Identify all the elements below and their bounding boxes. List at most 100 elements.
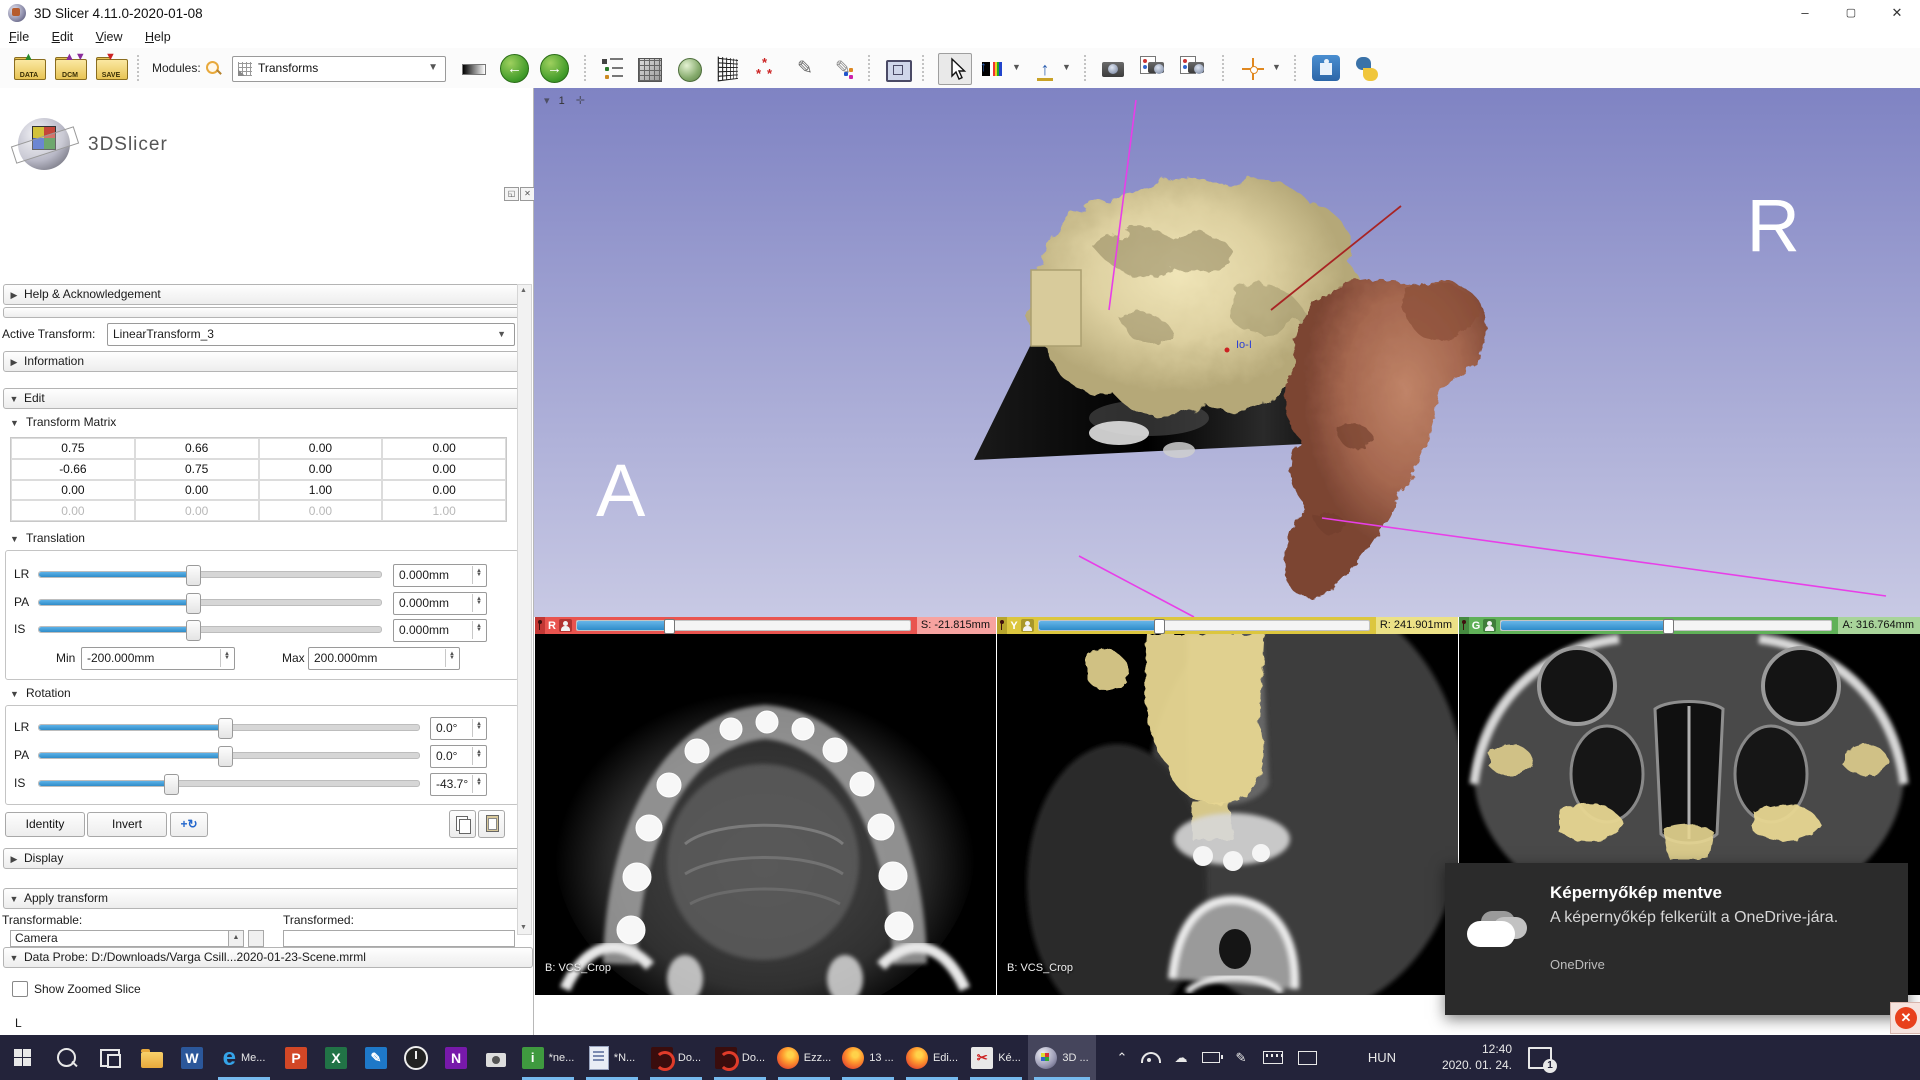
rotation-pa-slider[interactable]: [38, 752, 420, 759]
red-slice-bar[interactable]: R S: -21.815mm: [535, 617, 996, 634]
show-zoomed-slice-checkbox[interactable]: [12, 981, 28, 997]
capture-icon[interactable]: [1100, 56, 1126, 82]
section-apply-transform[interactable]: ▼Apply transform: [3, 888, 529, 909]
touch-keyboard-icon[interactable]: [1256, 1035, 1290, 1080]
battery-icon[interactable]: [1196, 1035, 1226, 1080]
view-controller[interactable]: ▾ 1 ✛: [544, 94, 585, 108]
module-search-icon[interactable]: [206, 61, 220, 75]
scene-view-restore-icon[interactable]: [1180, 56, 1206, 82]
menu-view[interactable]: View: [87, 27, 132, 48]
annotation-pencil-icon[interactable]: ✎: [792, 56, 818, 82]
onedrive-tray-icon[interactable]: ☁: [1166, 1035, 1196, 1080]
panel-close-icon[interactable]: ✕: [520, 187, 535, 201]
task-view-button[interactable]: [88, 1035, 132, 1080]
search-button[interactable]: [44, 1035, 88, 1080]
back-button[interactable]: ←: [500, 54, 529, 83]
person-icon[interactable]: [559, 619, 572, 632]
taskbar-firefox-1[interactable]: Ezz...: [772, 1035, 836, 1080]
python-console-icon[interactable]: [1354, 56, 1380, 82]
person-icon[interactable]: [1021, 619, 1034, 632]
transform-matrix-table[interactable]: 0.750.660.000.00 -0.660.750.000.00 0.000…: [10, 437, 507, 522]
taskbar-acrobat-1[interactable]: Do...: [644, 1035, 708, 1080]
fiducials-icon[interactable]: * * *: [754, 56, 780, 82]
minimize-button[interactable]: –: [1782, 0, 1828, 27]
module-history-icon[interactable]: [462, 64, 486, 75]
chevron-down-icon[interactable]: ▼: [1062, 62, 1071, 72]
load-dicom-button[interactable]: ▲▼ DCM: [55, 55, 85, 80]
red-slice-view[interactable]: B: VCS_Crop: [535, 634, 996, 995]
taskbar-onenote[interactable]: N: [436, 1035, 476, 1080]
taskbar-powerpoint[interactable]: P: [276, 1035, 316, 1080]
place-point-icon[interactable]: ↑: [1032, 56, 1058, 82]
menu-edit[interactable]: Edit: [43, 27, 83, 48]
notification-close-button[interactable]: ✕: [1890, 1002, 1920, 1034]
translation-header[interactable]: ▼Translation: [10, 531, 85, 545]
maximize-button[interactable]: ▢: [1828, 0, 1874, 27]
taskbar-acrobat-2[interactable]: Do...: [708, 1035, 772, 1080]
taskbar-excel[interactable]: X: [316, 1035, 356, 1080]
translation-is-value[interactable]: 0.000mm▲▼: [393, 619, 487, 642]
annotation-marker-icon[interactable]: ✎: [830, 56, 856, 82]
section-edit[interactable]: ▼Edit: [3, 388, 529, 409]
red-slice-slider[interactable]: [576, 620, 911, 631]
taskbar-word[interactable]: W: [172, 1035, 212, 1080]
crosshair-icon[interactable]: [1240, 56, 1266, 82]
active-transform-combo[interactable]: LinearTransform_3 ▼: [107, 323, 515, 346]
taskbar-green-editor[interactable]: i *ne...: [516, 1035, 580, 1080]
wifi-icon[interactable]: [1136, 1035, 1166, 1080]
transformed-list[interactable]: [283, 930, 515, 947]
taskbar-camera[interactable]: [476, 1035, 516, 1080]
taskbar-notepad[interactable]: *N...: [580, 1035, 644, 1080]
volume-rendering-icon[interactable]: [676, 56, 702, 82]
taskbar-file-explorer[interactable]: [132, 1035, 172, 1080]
tray-chevron-icon[interactable]: ⌃: [1108, 1035, 1136, 1080]
copy-matrix-button[interactable]: [449, 810, 476, 838]
taskbar-edge[interactable]: e Me...: [212, 1035, 276, 1080]
panel-scrollbar[interactable]: ▲ ▼: [517, 284, 532, 935]
yellow-slice-view[interactable]: B: VCS_Crop: [997, 634, 1458, 995]
start-button[interactable]: [0, 1035, 44, 1080]
green-slice-slider[interactable]: [1500, 620, 1832, 631]
transformable-list[interactable]: Camera: [10, 930, 232, 947]
translation-is-slider[interactable]: [38, 626, 382, 633]
taskbar-clock[interactable]: [396, 1035, 436, 1080]
spin-icon[interactable]: ✛: [576, 95, 585, 107]
section-display[interactable]: ▶Display: [3, 848, 529, 869]
list-scroll-up-icon[interactable]: ▲: [228, 930, 244, 947]
menu-file[interactable]: File: [0, 27, 38, 48]
window-level-icon[interactable]: ↑: [982, 56, 1008, 82]
module-list-icon[interactable]: [600, 56, 626, 82]
language-indicator[interactable]: HUN: [1360, 1035, 1404, 1080]
split-transform-button[interactable]: +↻: [170, 812, 208, 837]
extensions-icon[interactable]: [1312, 55, 1338, 81]
data-module-icon[interactable]: [636, 56, 662, 82]
invert-button[interactable]: Invert: [87, 812, 167, 837]
taskbar-firefox-2[interactable]: 13 ...: [836, 1035, 900, 1080]
close-button[interactable]: ✕: [1874, 0, 1920, 27]
threed-view[interactable]: ▾ 1 ✛ R A: [534, 88, 1920, 617]
module-selector[interactable]: Transforms ▼: [232, 56, 446, 82]
menu-help[interactable]: Help: [136, 27, 180, 48]
section-data-probe[interactable]: ▼Data Probe: D:/Downloads/Varga Csill...…: [3, 947, 533, 968]
save-button[interactable]: ▼ SAVE: [96, 55, 126, 80]
forward-button[interactable]: →: [540, 54, 569, 83]
rotation-pa-value[interactable]: 0.0°▲▼: [430, 745, 487, 768]
scene-view-icon[interactable]: [1140, 56, 1166, 82]
rotation-header[interactable]: ▼Rotation: [10, 686, 71, 700]
translation-lr-value[interactable]: 0.000mm▲▼: [393, 564, 487, 587]
pen-tray-icon[interactable]: ✎: [1226, 1035, 1256, 1080]
yellow-slice-slider[interactable]: [1038, 620, 1370, 631]
load-data-button[interactable]: ▲ DATA: [14, 55, 44, 80]
mouse-pointer-tool[interactable]: [938, 53, 972, 85]
rotation-lr-slider[interactable]: [38, 724, 420, 731]
transforms-icon[interactable]: [716, 56, 742, 82]
transform-matrix-header[interactable]: ▼Transform Matrix: [10, 415, 116, 429]
monitor-tray-icon[interactable]: [1290, 1035, 1324, 1080]
pin-icon[interactable]: ▾: [544, 95, 550, 107]
person-icon[interactable]: [1483, 619, 1496, 632]
rotation-lr-value[interactable]: 0.0°▲▼: [430, 717, 487, 740]
taskbar-photos-edit[interactable]: ✎: [356, 1035, 396, 1080]
rotation-is-value[interactable]: -43.7°▲▼: [430, 773, 487, 796]
yellow-slice-bar[interactable]: Y R: 241.901mm: [997, 617, 1458, 634]
chevron-down-icon[interactable]: ▼: [1272, 62, 1281, 72]
